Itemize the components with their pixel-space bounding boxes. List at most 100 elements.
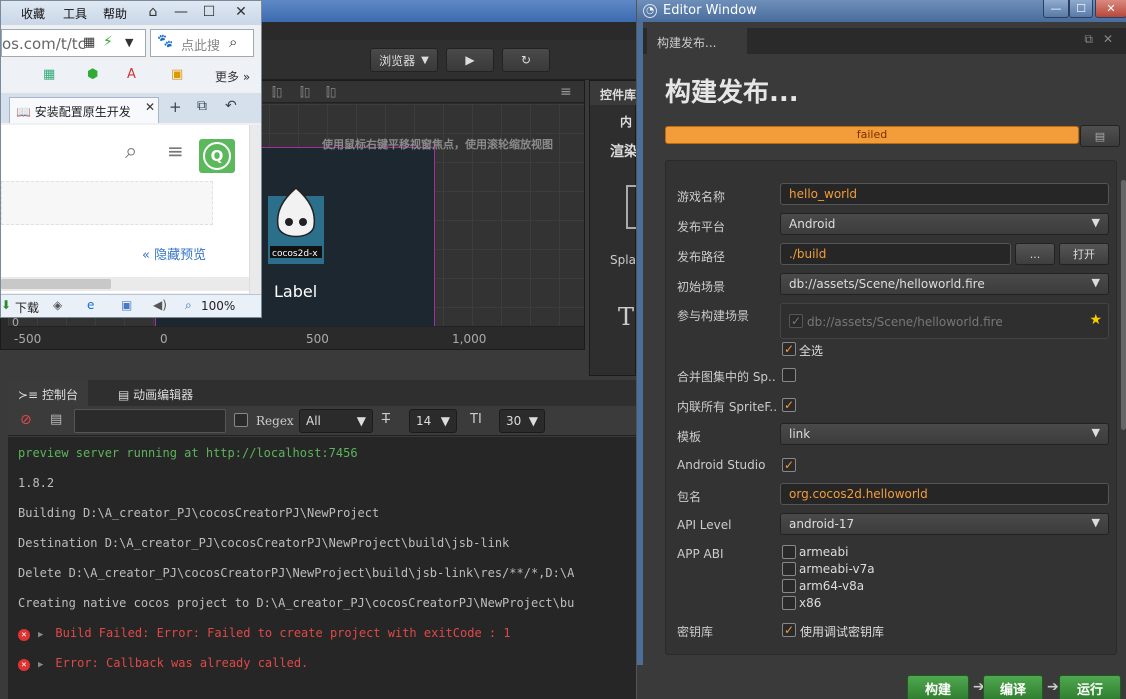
platform-select[interactable]: Android ▼ (780, 213, 1109, 235)
shield-icon[interactable]: ⬢ (87, 67, 98, 82)
start-scene-select[interactable]: db://assets/Scene/helloworld.fire ▼ (780, 273, 1109, 295)
maximize-button[interactable]: ☐ (197, 2, 221, 22)
star-icon[interactable]: ★ (1089, 312, 1102, 328)
build-path-input[interactable]: ./build (780, 243, 1011, 265)
maximize-button[interactable]: ☐ (1069, 0, 1093, 18)
pin-icon[interactable]: ⌂ (141, 2, 165, 22)
line-height-select[interactable]: 30 ▼ (499, 409, 545, 433)
log-line[interactable]: Delete D:\A_creator_PJ\cocosCreatorPJ\Ne… (18, 566, 574, 580)
error-log-line[interactable]: ✕ ▶ Build Failed: Error: Failed to create … (18, 626, 511, 641)
menu-icon[interactable]: ≡ (167, 139, 184, 163)
close-tab-icon[interactable]: ✕ (145, 100, 155, 114)
menu-favorites[interactable]: 收藏 (21, 5, 45, 22)
zoom-icon[interactable]: ⌕ (185, 298, 192, 313)
lightning-icon[interactable]: ⚡ (103, 34, 113, 50)
menu-tools[interactable]: 工具 (63, 5, 87, 22)
template-select[interactable]: link ▼ (780, 423, 1109, 445)
browse-path-button[interactable]: ... (1015, 243, 1055, 265)
log-line[interactable]: 1.8.2 (18, 476, 54, 490)
merge-atlas-checkbox[interactable]: ✓ (782, 368, 796, 382)
clear-console-icon[interactable]: ⊘ (20, 409, 32, 433)
download-icon[interactable]: ⬇ (1, 298, 11, 312)
tab-animation-editor[interactable]: ▤ 动画编辑器 (108, 380, 203, 406)
console-filter-input[interactable] (74, 409, 226, 433)
package-name-input[interactable]: org.cocos2d.helloworld (780, 483, 1109, 505)
refresh-button[interactable]: ↻ (502, 48, 550, 72)
run-button[interactable]: 运行 (1059, 675, 1121, 699)
window-icon[interactable]: ▣ (121, 298, 132, 312)
baidu-paw-icon[interactable]: 🐾 (157, 34, 173, 49)
abi-checkbox-arm64-v8a[interactable]: ✓ (782, 579, 796, 593)
scene-checkbox[interactable]: ✓ (789, 314, 803, 328)
debug-keystore-label: 使用调试密钥库 (800, 625, 885, 639)
cocos-logo-sprite[interactable]: cocos2d-x (268, 186, 324, 264)
avatar[interactable]: Q (199, 139, 235, 173)
play-button[interactable]: ▶ (446, 48, 494, 72)
popout-icon[interactable]: ⧉ (1084, 32, 1103, 46)
chevron-down-icon[interactable]: ▼ (125, 36, 133, 49)
compile-button[interactable]: 编译 (983, 675, 1043, 699)
log-level-select[interactable]: All ▼ (299, 409, 373, 433)
debug-keystore-checkbox[interactable]: ✓ (782, 623, 796, 637)
ie-icon[interactable]: e (87, 298, 94, 312)
android-studio-checkbox[interactable]: ✓ (782, 458, 796, 472)
abi-checkbox-x86[interactable]: ✓ (782, 596, 796, 610)
minimize-button[interactable]: — (1043, 0, 1069, 18)
inline-spriteframes-checkbox[interactable]: ✓ (782, 398, 796, 412)
game-icon[interactable]: ▣ (171, 67, 183, 82)
align-left-icon[interactable]: ⫿▯ (272, 85, 282, 100)
menu-help[interactable]: 帮助 (103, 5, 127, 22)
tab-build[interactable]: 构建发布... (647, 28, 747, 54)
label-node[interactable]: Label (274, 282, 317, 301)
new-tab-button[interactable]: + (169, 98, 182, 116)
form-scrollbar[interactable] (1121, 180, 1126, 430)
undo-close-icon[interactable]: ↶ (225, 98, 237, 114)
open-log-icon[interactable]: ▤ (50, 409, 62, 433)
preview-browser-select[interactable]: 浏览器 ▼ (370, 48, 438, 72)
font-size-select[interactable]: 14 ▼ (409, 409, 457, 433)
abi-checkbox-armeabi[interactable]: ✓ (782, 545, 796, 559)
minimize-button[interactable]: — (169, 2, 193, 22)
open-log-button[interactable]: ▤ (1080, 125, 1120, 147)
label-widget-icon[interactable]: T (618, 303, 634, 331)
open-path-button[interactable]: 打开 (1059, 243, 1109, 265)
tab-console[interactable]: ≻≡ 控制台 (8, 380, 88, 406)
zoom-level[interactable]: 100% (201, 299, 235, 313)
log-line[interactable]: Building D:\A_creator_PJ\cocosCreatorPJ\… (18, 506, 379, 520)
apps-icon[interactable]: ▦ (43, 67, 55, 82)
vertical-scrollbar[interactable] (249, 125, 261, 294)
library-subtab[interactable]: 内 (620, 113, 632, 130)
gamepad-icon[interactable]: ◈ (53, 298, 62, 312)
qr-code-icon[interactable]: ▦ (83, 35, 95, 50)
log-line[interactable]: Destination D:\A_creator_PJ\cocosCreator… (18, 536, 509, 550)
regex-checkbox[interactable] (234, 413, 248, 427)
close-button[interactable]: ✕ (229, 2, 253, 22)
horizontal-scrollbar[interactable] (1, 277, 249, 291)
build-button[interactable]: 构建 (907, 675, 969, 699)
more-button[interactable]: 更多 » (215, 68, 250, 85)
search-icon[interactable]: ⌕ (229, 33, 237, 51)
download-label[interactable]: 下载 (15, 299, 39, 316)
log-line[interactable]: preview server running at http://localho… (18, 446, 358, 460)
align-right-icon[interactable]: ⫿▯ (326, 85, 336, 100)
expand-arrow-icon[interactable]: ▶ (38, 630, 43, 640)
close-icon[interactable]: ✕ (1103, 32, 1123, 46)
expand-arrow-icon[interactable]: ▶ (38, 660, 43, 670)
speaker-icon[interactable]: ◀) (153, 298, 167, 312)
abi-checkbox-armeabi-v7a[interactable]: ✓ (782, 562, 796, 576)
error-log-line[interactable]: ✕ ▶ Error: Callback was already called. (18, 656, 308, 671)
panel-menu-icon[interactable]: ≡ (560, 84, 572, 100)
library-item[interactable]: Spla (610, 253, 636, 267)
align-center-icon[interactable]: ⫿▯ (300, 85, 310, 100)
translate-icon[interactable]: A (127, 67, 136, 82)
browser-tab[interactable]: 📖 安装配置原生开发 (9, 97, 159, 123)
search-icon[interactable]: ⌕ (125, 139, 137, 164)
tab-list-icon[interactable]: ⧉ (197, 98, 207, 114)
api-level-select[interactable]: android-17 ▼ (780, 513, 1109, 535)
hide-preview-link[interactable]: « 隐藏预览 (142, 244, 206, 263)
select-all-checkbox[interactable]: ✓ (782, 342, 796, 356)
log-line[interactable]: Creating native cocos project to D:\A_cr… (18, 596, 574, 610)
scrollbar-thumb[interactable] (1, 279, 111, 289)
game-name-input[interactable]: hello_world (780, 183, 1109, 205)
close-button[interactable]: ✕ (1095, 0, 1126, 18)
